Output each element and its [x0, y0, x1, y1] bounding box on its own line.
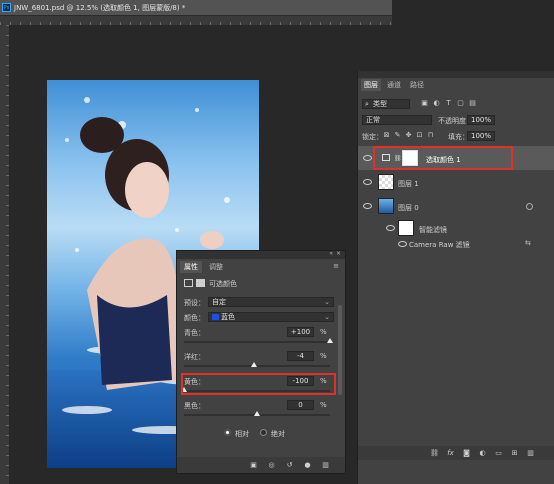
- layer-filter-dropdown[interactable]: ⌕ 类型: [362, 99, 410, 109]
- filter-smart-object-icon[interactable]: ▤: [468, 99, 477, 108]
- radio-absolute[interactable]: [260, 429, 267, 436]
- lock-position-icon[interactable]: ✥: [404, 131, 413, 140]
- properties-footer: ▣ ◎ ↺ ● ▥: [177, 457, 345, 473]
- layer-name[interactable]: 智能滤镜: [419, 225, 447, 235]
- lock-all-icon[interactable]: ⊓: [426, 131, 435, 140]
- fill-label: 填充：: [448, 133, 469, 141]
- chevron-down-icon: ⌄: [324, 298, 330, 306]
- radio-relative[interactable]: [224, 429, 231, 436]
- lock-label: 锁定：: [362, 133, 383, 141]
- visibility-eye-icon[interactable]: [363, 203, 372, 209]
- black-value-field[interactable]: 0: [287, 400, 314, 410]
- color-dropdown[interactable]: 蓝色 ⌄: [208, 312, 334, 322]
- filter-pixel-icon[interactable]: ▣: [420, 99, 429, 108]
- slider-label: 青色：: [184, 329, 205, 337]
- scrollbar[interactable]: [338, 305, 342, 395]
- panel-titlebar[interactable]: « ×: [177, 250, 345, 259]
- layers-panel: 图层 通道 路径 ⌕ 类型 ▣ ◐ T ▢ ▤ 正常 不透明度： 100% 锁定…: [357, 71, 554, 484]
- percent-unit: %: [320, 401, 327, 409]
- tab-paths[interactable]: 路径: [407, 79, 427, 91]
- close-icon[interactable]: ×: [336, 250, 341, 257]
- layer-name[interactable]: 图层 1: [398, 179, 419, 189]
- new-layer-icon[interactable]: ⊞: [510, 449, 519, 458]
- trash-icon[interactable]: ▥: [321, 461, 330, 470]
- preset-label: 预设：: [184, 299, 205, 307]
- visibility-eye-icon[interactable]: [398, 241, 407, 247]
- cyan-slider-track[interactable]: [184, 341, 330, 343]
- layer-row-layer0[interactable]: 图层 0: [358, 194, 554, 218]
- group-icon[interactable]: ▭: [494, 449, 503, 458]
- magenta-slider-thumb[interactable]: [251, 362, 258, 367]
- photoshop-file-icon: Ps: [2, 3, 11, 12]
- collapse-icon[interactable]: «: [329, 250, 333, 257]
- preset-dropdown[interactable]: 自定 ⌄: [208, 297, 334, 307]
- layer-thumbnail[interactable]: [378, 198, 394, 214]
- trash-icon[interactable]: ▥: [526, 449, 535, 458]
- color-swatch: [212, 314, 219, 320]
- highlight-box: [181, 373, 336, 395]
- panel-titlebar[interactable]: [358, 71, 554, 78]
- filter-options-icon[interactable]: ⇆: [525, 239, 531, 247]
- percent-unit: %: [320, 328, 327, 336]
- blend-mode-dropdown[interactable]: 正常: [362, 115, 432, 125]
- filter-adjustment-icon[interactable]: ◐: [432, 99, 441, 108]
- magenta-value-field[interactable]: -4: [287, 351, 314, 361]
- vertical-ruler: [0, 25, 9, 484]
- filter-shape-icon[interactable]: ▢: [456, 99, 465, 108]
- filter-type-icon[interactable]: T: [444, 99, 453, 108]
- adjustment-icon[interactable]: ◐: [478, 449, 487, 458]
- visibility-icon[interactable]: ●: [303, 461, 312, 470]
- document-title: JNW_6801.psd @ 12.5% (选取颜色 1, 图层蒙版/8) *: [14, 4, 186, 12]
- layers-footer: ⛓ fx ◙ ◐ ▭ ⊞ ▥: [358, 446, 554, 460]
- layer-name[interactable]: Camera Raw 滤镜: [409, 240, 470, 250]
- search-icon: ⌕: [365, 100, 369, 108]
- layer-thumbnail[interactable]: [378, 174, 394, 190]
- slider-label: 黑色：: [184, 402, 205, 410]
- percent-unit: %: [320, 352, 327, 360]
- tab-properties[interactable]: 属性: [180, 261, 202, 273]
- properties-panel: « × 属性 调整 ≡ 可选颜色 预设： 自定 ⌄ 颜色： 蓝色 ⌄ 青色： +…: [176, 250, 346, 474]
- layer-name[interactable]: 图层 0: [398, 203, 419, 213]
- cyan-slider-thumb[interactable]: [327, 338, 333, 343]
- mask-icon[interactable]: ◙: [462, 449, 471, 458]
- layer-row-layer1[interactable]: 图层 1: [358, 170, 554, 194]
- layer-row-smart-filters[interactable]: 智能滤镜: [358, 218, 554, 238]
- panel-menu-icon[interactable]: ≡: [333, 262, 339, 270]
- lock-image-icon[interactable]: ✎: [393, 131, 402, 140]
- tab-layers[interactable]: 图层: [361, 79, 381, 91]
- radio-absolute-label: 绝对: [271, 430, 285, 438]
- visibility-eye-icon[interactable]: [363, 155, 372, 161]
- document-tab[interactable]: Ps JNW_6801.psd @ 12.5% (选取颜色 1, 图层蒙版/8)…: [0, 0, 392, 16]
- horizontal-ruler: [0, 16, 392, 25]
- radio-relative-label: 相对: [235, 430, 249, 438]
- tab-channels[interactable]: 通道: [384, 79, 404, 91]
- lock-transparent-icon[interactable]: ⊠: [382, 131, 391, 140]
- highlight-box: [373, 146, 513, 170]
- view-previous-icon[interactable]: ◎: [267, 461, 276, 470]
- visibility-eye-icon[interactable]: [363, 179, 372, 185]
- link-icon[interactable]: ⛓: [430, 449, 439, 458]
- clip-to-layer-icon[interactable]: ▣: [249, 461, 258, 470]
- lock-artboard-icon[interactable]: ⊡: [415, 131, 424, 140]
- adjustment-title: 可选颜色: [209, 280, 237, 288]
- layer-mask-icon[interactable]: [196, 279, 205, 287]
- chevron-down-icon: ⌄: [324, 313, 330, 321]
- smart-filter-toggle-icon[interactable]: [526, 203, 533, 210]
- fill-field[interactable]: 100%: [467, 131, 495, 141]
- color-label: 颜色：: [184, 314, 205, 322]
- layer-row-camera-raw[interactable]: Camera Raw 滤镜 ⇆: [358, 238, 554, 250]
- tab-adjustments[interactable]: 调整: [205, 261, 227, 273]
- cyan-value-field[interactable]: +100: [287, 327, 314, 337]
- opacity-field[interactable]: 100%: [467, 115, 495, 125]
- filter-mask-thumbnail[interactable]: [398, 220, 414, 236]
- fx-icon[interactable]: fx: [446, 449, 455, 458]
- visibility-eye-icon[interactable]: [386, 225, 395, 231]
- adjustment-layer-icon: [184, 279, 193, 287]
- reset-icon[interactable]: ↺: [285, 461, 294, 470]
- slider-label: 洋红：: [184, 353, 205, 361]
- black-slider-thumb[interactable]: [254, 411, 260, 416]
